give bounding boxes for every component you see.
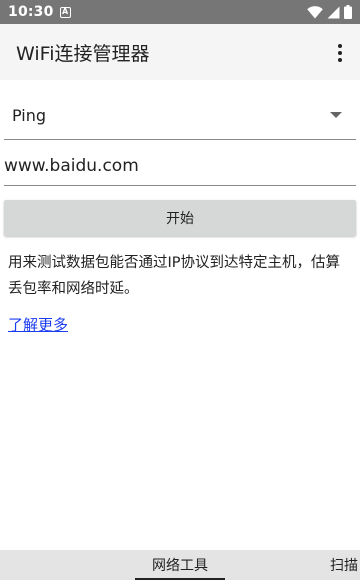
status-bar: 10:30 A xyxy=(0,0,360,24)
notification-app-icon: A xyxy=(59,6,71,18)
tab-scan[interactable]: 扫描 xyxy=(330,550,360,580)
tool-select-value: Ping xyxy=(12,106,47,125)
app-title: WiFi连接管理器 xyxy=(16,42,150,65)
tool-select[interactable]: Ping xyxy=(4,92,356,140)
app-bar: WiFi连接管理器 xyxy=(0,24,360,80)
bottom-tab-bar: 网络工具 扫描 xyxy=(0,550,360,580)
learn-more-link[interactable]: 了解更多 xyxy=(8,314,68,335)
cell-signal-icon xyxy=(327,6,340,18)
status-icons xyxy=(307,5,352,19)
battery-icon xyxy=(344,5,352,19)
tab-network-tools[interactable]: 网络工具 xyxy=(135,550,225,580)
overflow-menu-icon[interactable] xyxy=(330,42,350,64)
status-time: 10:30 xyxy=(8,4,54,20)
dropdown-arrow-icon xyxy=(330,112,342,118)
tool-description: 用来测试数据包能否通过IP协议到达特定主机，估算丢包率和网络时延。 xyxy=(8,255,341,297)
wifi-icon xyxy=(307,5,323,18)
host-input[interactable] xyxy=(4,150,356,186)
start-button[interactable]: 开始 xyxy=(4,200,356,236)
